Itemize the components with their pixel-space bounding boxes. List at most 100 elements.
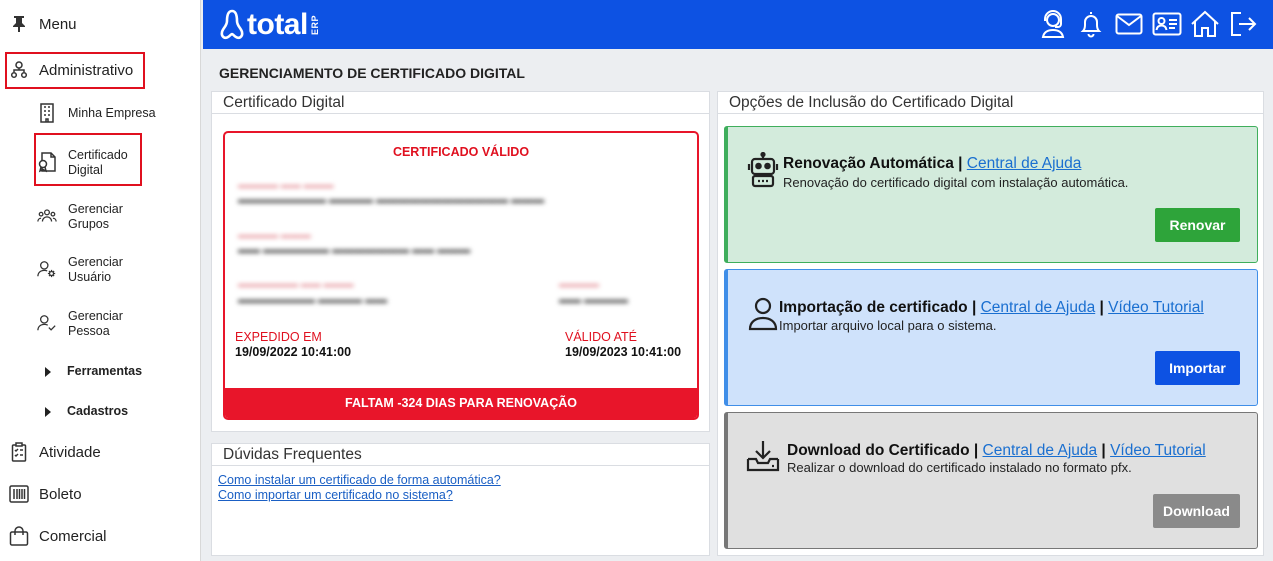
user-icon — [746, 297, 780, 331]
building-icon — [37, 103, 57, 123]
help-center-link[interactable]: Central de Ajuda — [983, 442, 1098, 459]
barcode-icon — [9, 484, 29, 504]
sidebar-item-menu[interactable]: Menu — [0, 3, 200, 45]
sidebar-item-gerenciar-usuario[interactable]: Gerenciar Usuário — [0, 252, 200, 286]
redacted-label: ▬▬▬▬ ▬▬ ▬▬▬ — [238, 180, 334, 191]
logo-text: total — [247, 8, 308, 41]
logout-icon[interactable] — [1228, 9, 1258, 39]
sidebar-item-label: Gerenciar Grupos — [68, 202, 123, 232]
renew-button[interactable]: Renovar — [1155, 208, 1240, 242]
page-title: GERENCIAMENTO DE CERTIFICADO DIGITAL — [219, 65, 525, 81]
user-gear-icon — [37, 259, 57, 279]
robot-icon — [746, 152, 780, 188]
sidebar-item-gerenciar-pessoa[interactable]: Gerenciar Pessoa — [0, 306, 200, 340]
label-line-1: Certificado — [68, 148, 128, 162]
sidebar-item-boleto[interactable]: Boleto — [0, 473, 200, 515]
redacted-value: ▬▬▬▬▬▬▬ ▬▬▬▬ ▬▬ — [238, 294, 388, 306]
sidebar-item-label: Atividade — [39, 443, 101, 461]
panel-heading: Certificado Digital — [212, 92, 709, 114]
sidebar-item-administrativo[interactable]: Administrativo — [0, 49, 200, 91]
valid-until-label: VÁLIDO ATÉ — [565, 330, 638, 344]
sidebar-item-certificado-digital[interactable]: Certificado Digital — [0, 145, 200, 179]
group-icon — [37, 206, 57, 226]
sidebar-item-label: Administrativo — [39, 61, 134, 79]
label-line-2: Pessoa — [68, 324, 110, 338]
sidebar-item-label: Ferramentas — [67, 364, 143, 378]
home-icon[interactable] — [1190, 9, 1220, 39]
shopping-bag-icon — [9, 526, 29, 546]
sidebar-item-comercial[interactable]: Comercial — [0, 515, 200, 557]
sidebar-item-gerenciar-grupos[interactable]: Gerenciar Grupos — [0, 199, 200, 233]
label-line-2: Digital — [68, 163, 103, 177]
sidebar-item-label: Comercial — [39, 527, 107, 545]
id-card-icon[interactable] — [1152, 9, 1182, 39]
faq-link-automatic-install[interactable]: Como instalar um certificado de forma au… — [218, 473, 501, 487]
option-title: Download do Certificado | Central de Aju… — [787, 442, 1206, 459]
caret-right-icon — [45, 367, 51, 377]
option-download: Download do Certificado | Central de Aju… — [724, 412, 1258, 549]
top-header: total ERP — [203, 0, 1273, 49]
video-tutorial-link[interactable]: Vídeo Tutorial — [1110, 442, 1206, 459]
label-line-1: Gerenciar — [68, 309, 123, 323]
help-center-link[interactable]: Central de Ajuda — [967, 155, 1082, 172]
panel-heading: Dúvidas Frequentes — [212, 444, 709, 466]
org-users-icon — [9, 60, 29, 80]
sidebar-item-cadastros[interactable]: Cadastros — [0, 402, 200, 422]
logo[interactable]: total ERP — [219, 7, 320, 43]
clipboard-icon — [9, 442, 29, 462]
bell-icon[interactable] — [1076, 9, 1106, 39]
certificate-card: CERTIFICADO VÁLIDO ▬▬▬▬ ▬▬ ▬▬▬ ▬▬▬▬▬▬▬▬ … — [223, 131, 699, 420]
issued-value: 19/09/2022 10:41:00 — [235, 345, 352, 359]
label-line-2: Grupos — [68, 217, 109, 231]
faq-link-import-certificate[interactable]: Como importar um certificado no sistema? — [218, 488, 453, 502]
option-renovacao: Renovação Automática | Central de Ajuda … — [724, 126, 1258, 263]
sidebar-item-minha-empresa[interactable]: Minha Empresa — [0, 100, 200, 126]
download-tray-icon — [746, 439, 780, 473]
header-icons — [1038, 9, 1258, 39]
redacted-value: ▬▬ ▬▬▬▬ — [559, 294, 629, 306]
video-tutorial-link[interactable]: Vídeo Tutorial — [1108, 299, 1204, 316]
renewal-countdown-bar: FALTAM -324 DIAS PARA RENOVAÇÃO — [225, 388, 697, 418]
valid-until-value: 19/09/2023 10:41:00 — [565, 345, 682, 359]
help-center-link[interactable]: Central de Ajuda — [981, 299, 1096, 316]
option-title-text: Download do Certificado — [787, 442, 970, 459]
sidebar-item-atividade[interactable]: Atividade — [0, 431, 200, 473]
redacted-value: ▬▬ ▬▬▬▬▬▬ ▬▬▬▬▬▬▬ ▬▬ ▬▬▬ — [238, 244, 471, 256]
panel-heading: Opções de Inclusão do Certificado Digita… — [718, 92, 1263, 114]
label-line-1: Gerenciar — [68, 255, 123, 269]
import-button[interactable]: Importar — [1155, 351, 1240, 385]
redacted-label: ▬▬▬▬ ▬▬▬ — [238, 230, 311, 241]
certificate-icon — [37, 152, 57, 173]
sidebar-item-label: Cadastros — [67, 404, 129, 418]
label-line-1: Gerenciar — [68, 202, 123, 216]
sidebar: Menu Administrativo Minha Empresa Certif… — [0, 0, 201, 561]
user-check-icon — [37, 313, 57, 333]
option-description: Renovação do certificado digital com ins… — [783, 175, 1129, 190]
option-title: Importação de certificado | Central de A… — [779, 299, 1204, 316]
redacted-label: ▬▬▬▬▬▬ ▬▬ ▬▬▬ — [238, 279, 354, 290]
mail-icon[interactable] — [1114, 9, 1144, 39]
sidebar-item-label: Boleto — [39, 485, 82, 503]
sidebar-item-label: Gerenciar Usuário — [68, 255, 123, 285]
download-button[interactable]: Download — [1153, 494, 1240, 528]
sidebar-item-label: Minha Empresa — [68, 105, 156, 120]
certificate-status: CERTIFICADO VÁLIDO — [392, 145, 530, 159]
support-icon[interactable] — [1038, 9, 1068, 39]
option-title-text: Renovação Automática — [783, 155, 954, 172]
pin-icon — [9, 14, 29, 34]
label-line-2: Usuário — [68, 270, 112, 284]
caret-right-icon — [45, 407, 51, 417]
sidebar-item-ferramentas[interactable]: Ferramentas — [0, 362, 200, 382]
issued-label: EXPEDIDO EM — [235, 330, 322, 344]
redacted-value: ▬▬▬▬▬▬▬▬ ▬▬▬▬ ▬▬▬▬▬▬▬▬▬▬▬▬ ▬▬▬ — [238, 194, 545, 206]
option-title: Renovação Automática | Central de Ajuda — [783, 155, 1082, 172]
option-title-text: Importação de certificado — [779, 299, 968, 316]
option-description: Importar arquivo local para o sistema. — [779, 318, 997, 333]
redacted-label: ▬▬▬▬ — [559, 279, 599, 290]
option-description: Realizar o download do certificado insta… — [787, 460, 1132, 475]
sidebar-item-label: Certificado Digital — [68, 148, 128, 178]
logo-mark-icon — [220, 9, 244, 40]
option-importacao: Importação de certificado | Central de A… — [724, 269, 1258, 406]
logo-suffix: ERP — [309, 14, 320, 35]
sidebar-item-label: Menu — [39, 15, 77, 33]
